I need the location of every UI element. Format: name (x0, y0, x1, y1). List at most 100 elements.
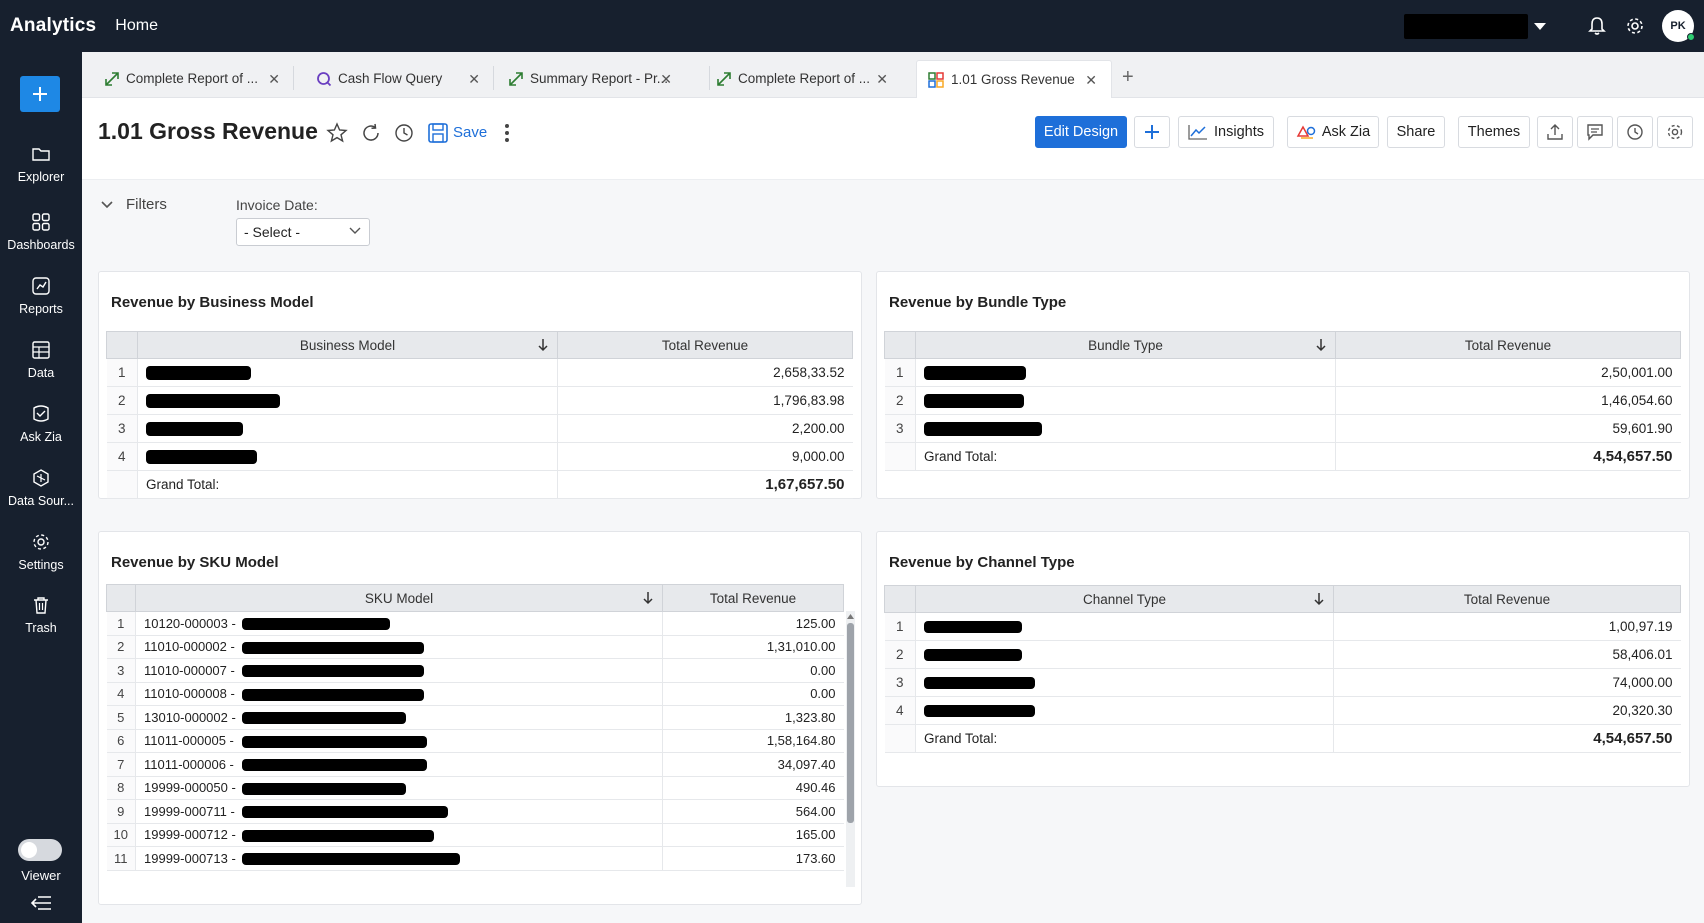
comments-button[interactable] (1577, 116, 1613, 148)
collapse-sidebar-icon[interactable] (30, 895, 52, 914)
table-row[interactable]: 2 1,46,054.60 (884, 386, 1681, 415)
settings-button[interactable] (1657, 116, 1693, 148)
plus-icon (1145, 125, 1159, 139)
table-row[interactable]: 9 19999-000711 - 564.00 (106, 799, 844, 824)
scroll-thumb[interactable] (847, 623, 854, 823)
panel-title: Revenue by Bundle Type (889, 294, 1067, 311)
home-link[interactable]: Home (115, 17, 158, 35)
table-row[interactable]: 3 74,000.00 (884, 668, 1681, 697)
tab-cash-flow-query[interactable]: Cash Flow Query ✕ (294, 60, 494, 98)
table-row[interactable]: 7 11011-000006 - 34,097.40 (106, 752, 844, 777)
sort-down-icon[interactable] (1315, 338, 1327, 352)
bell-icon[interactable] (1586, 15, 1608, 37)
table-row[interactable]: 6 11011-000005 - 1,58,164.80 (106, 729, 844, 753)
export-button[interactable] (1537, 116, 1573, 148)
sidebar-item-trash[interactable]: Trash (0, 595, 82, 635)
insights-button[interactable]: Insights (1178, 116, 1274, 148)
col-sku-model[interactable]: SKU Model (135, 584, 663, 612)
sort-down-icon[interactable] (537, 338, 549, 352)
sidebar-item-label: Data (27, 366, 55, 380)
col-total-revenue[interactable]: Total Revenue (1333, 585, 1681, 613)
table-row[interactable]: 10 19999-000712 - 165.00 (106, 823, 844, 847)
table-row[interactable]: 4 11010-000008 - 0.00 (106, 682, 844, 706)
close-icon[interactable]: ✕ (1085, 72, 1097, 89)
sku-code: 13010-000002 - (144, 709, 236, 725)
share-button[interactable]: Share (1387, 116, 1445, 148)
table-row[interactable]: 1 10120-000003 - 125.00 (106, 611, 844, 636)
more-options-icon[interactable] (504, 122, 510, 144)
history-icon[interactable] (393, 122, 415, 144)
col-total-revenue[interactable]: Total Revenue (557, 331, 853, 359)
tab-complete-report-2[interactable]: Complete Report of ... ✕ (694, 60, 902, 98)
close-icon[interactable]: ✕ (876, 71, 888, 88)
table-row[interactable]: 1 2,50,001.00 (884, 358, 1681, 387)
sidebar-item-label: Dashboards (7, 238, 75, 252)
star-icon[interactable] (326, 122, 348, 144)
tab-gross-revenue[interactable]: 1.01 Gross Revenue ✕ (916, 60, 1112, 98)
sort-down-icon[interactable] (642, 591, 654, 605)
table-row[interactable]: 2 11010-000002 - 1,31,010.00 (106, 635, 844, 659)
table-row[interactable]: 11 19999-000713 - 173.60 (106, 846, 844, 871)
col-channel-type[interactable]: Channel Type (915, 585, 1334, 613)
invoice-date-select[interactable]: - Select - (236, 218, 370, 246)
revenue-value: 9,000.00 (557, 442, 853, 471)
insights-icon (1188, 124, 1208, 140)
col-bundle-type[interactable]: Bundle Type (915, 331, 1336, 359)
redacted-name (924, 394, 1024, 409)
sidebar-item-data-sources[interactable]: Data Sour... (0, 468, 82, 508)
filters-toggle[interactable]: Filters (100, 196, 167, 213)
redacted-name (242, 665, 424, 678)
sku-table-scrollbar[interactable] (846, 611, 855, 887)
scroll-up-icon[interactable] (846, 612, 855, 620)
row-number: 2 (106, 386, 138, 415)
sidebar-item-dashboards[interactable]: Dashboards (0, 212, 82, 252)
table-row[interactable]: 8 19999-000050 - 490.46 (106, 776, 844, 800)
close-icon[interactable]: ✕ (660, 71, 672, 88)
table-row[interactable]: 4 20,320.30 (884, 696, 1681, 725)
org-dropdown-caret-icon[interactable] (1534, 22, 1546, 30)
table-row[interactable]: 1 2,658,33.52 (106, 358, 853, 387)
sidebar-item-data[interactable]: Data (0, 340, 82, 380)
save-icon[interactable] (427, 122, 449, 144)
table-row[interactable]: 3 2,200.00 (106, 414, 853, 443)
table-row[interactable]: 5 13010-000002 - 1,323.80 (106, 705, 844, 730)
sort-down-icon[interactable] (1313, 592, 1325, 606)
revenue-value: 1,58,164.80 (662, 729, 844, 753)
viewer-toggle[interactable] (18, 839, 62, 861)
tab-summary-report[interactable]: Summary Report - Pr... ✕ (486, 60, 686, 98)
report-icon (0, 276, 82, 296)
ask-zia-button[interactable]: Ask Zia (1287, 116, 1379, 148)
org-selector-redacted[interactable] (1404, 13, 1528, 39)
avatar[interactable]: PK (1662, 10, 1695, 42)
add-button[interactable] (1134, 116, 1170, 148)
close-icon[interactable]: ✕ (468, 71, 480, 88)
sidebar-item-ask-zia[interactable]: Ask Zia (0, 404, 82, 444)
sidebar-item-explorer[interactable]: Explorer (0, 144, 82, 184)
schedule-button[interactable] (1617, 116, 1653, 148)
add-tab-icon[interactable]: + (1122, 66, 1134, 89)
themes-button[interactable]: Themes (1458, 116, 1530, 148)
col-business-model[interactable]: Business Model (137, 331, 558, 359)
sidebar-item-reports[interactable]: Reports (0, 276, 82, 316)
revenue-value: 1,796,83.98 (557, 386, 853, 415)
edit-design-button[interactable]: Edit Design (1035, 116, 1127, 148)
close-icon[interactable]: ✕ (268, 71, 280, 88)
redacted-name (242, 735, 427, 748)
col-total-revenue[interactable]: Total Revenue (662, 584, 844, 612)
sidebar-item-settings[interactable]: Settings (0, 532, 82, 572)
gear-icon[interactable] (1624, 15, 1646, 37)
table-row[interactable]: 3 59,601.90 (884, 414, 1681, 443)
col-total-revenue[interactable]: Total Revenue (1335, 331, 1681, 359)
table-row[interactable]: 1 1,00,97.19 (884, 612, 1681, 641)
table-row[interactable]: 3 11010-000007 - 0.00 (106, 658, 844, 683)
tab-complete-report-1[interactable]: Complete Report of ... ✕ (82, 60, 294, 98)
zia-icon (1296, 124, 1316, 140)
save-button[interactable]: Save (453, 124, 487, 141)
app-name[interactable]: Analytics (10, 15, 96, 37)
table-row[interactable]: 2 58,406.01 (884, 640, 1681, 669)
refresh-icon[interactable] (360, 122, 382, 144)
table-row[interactable]: 2 1,796,83.98 (106, 386, 853, 415)
table-row[interactable]: 4 9,000.00 (106, 442, 853, 471)
row-number: 3 (106, 414, 138, 443)
create-new-button[interactable] (20, 76, 60, 112)
